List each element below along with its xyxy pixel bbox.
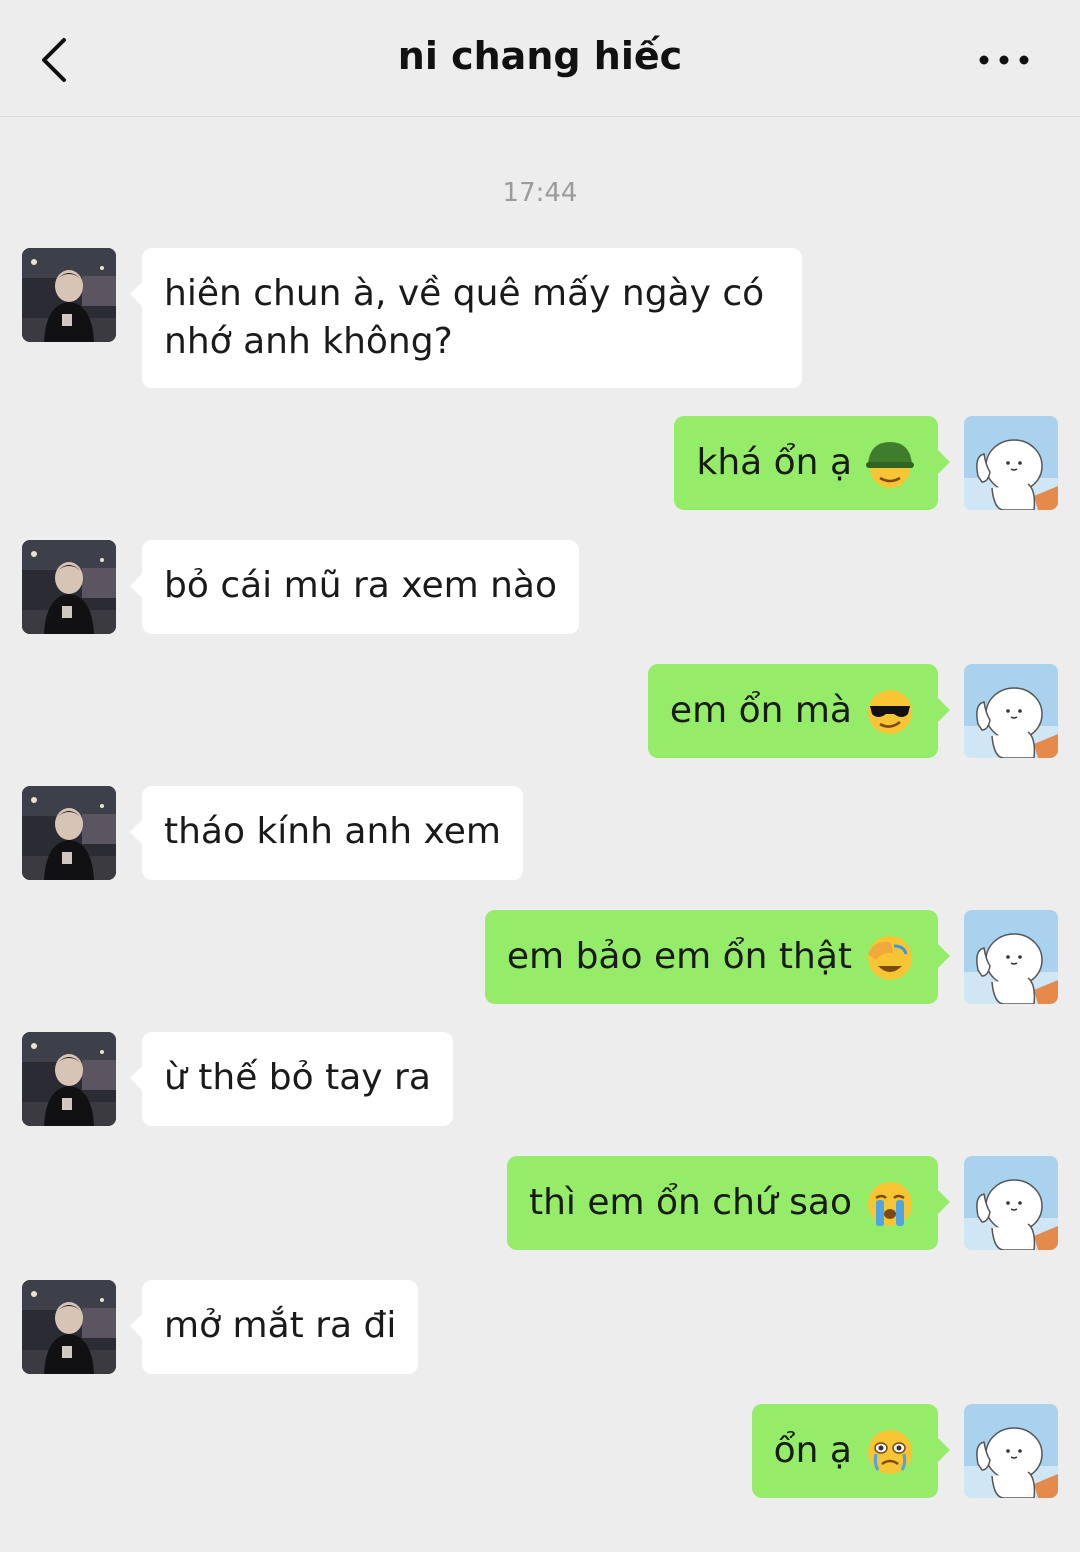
message-bubble-incoming[interactable]: hiên chun à, về quê mấy ngày có nhớ anh …: [130, 248, 802, 388]
self-avatar[interactable]: [964, 1404, 1058, 1498]
message-text: em bảo em ổn thật: [506, 936, 852, 977]
message-bubble-outgoing[interactable]: ổn ạ: [751, 1404, 951, 1498]
contact-avatar[interactable]: [22, 1280, 116, 1374]
message-bubble-outgoing[interactable]: khá ổn ạ: [674, 416, 950, 510]
message-text: em ổn mà: [669, 690, 852, 731]
message-text: bỏ cái mũ ra xem nào: [164, 565, 558, 606]
message-row: ừ thế bỏ tay ra: [0, 1032, 1080, 1126]
crying-squint-icon: [868, 1430, 912, 1474]
message-row: ổn ạ: [0, 1404, 1080, 1498]
message-row: mở mắt ra đi: [0, 1280, 1080, 1374]
message-bubble-outgoing[interactable]: em bảo em ổn thật: [484, 910, 951, 1004]
message-row: thì em ổn chứ sao: [0, 1156, 1080, 1250]
message-text: hiên chun à, về quê mấy ngày có nhớ anh …: [164, 273, 765, 362]
message-text: khá ổn ạ: [696, 442, 852, 483]
message-bubble-incoming[interactable]: tháo kính anh xem: [130, 786, 523, 880]
contact-avatar[interactable]: [22, 786, 116, 880]
self-avatar[interactable]: [964, 1156, 1058, 1250]
message-text: ừ thế bỏ tay ra: [164, 1057, 431, 1098]
message-row: em ổn mà: [0, 664, 1080, 758]
self-avatar[interactable]: [964, 910, 1058, 1004]
message-row: bỏ cái mũ ra xem nào: [0, 540, 1080, 634]
contact-avatar[interactable]: [22, 1032, 116, 1126]
message-timestamp: 17:44: [502, 178, 578, 208]
message-row: hiên chun à, về quê mấy ngày có nhớ anh …: [0, 248, 1080, 388]
contact-avatar[interactable]: [22, 248, 116, 342]
chat-title: ni chang hiếc: [397, 34, 683, 78]
chat-header: ni chang hiếc: [0, 0, 1080, 117]
facepalm-laugh-icon: [868, 936, 912, 980]
message-row: khá ổn ạ: [0, 416, 1080, 510]
self-avatar[interactable]: [964, 416, 1058, 510]
crying-face-icon: [868, 1182, 912, 1226]
message-text: tháo kính anh xem: [164, 811, 501, 852]
contact-avatar[interactable]: [22, 540, 116, 634]
message-bubble-outgoing[interactable]: em ổn mà: [647, 664, 951, 758]
message-bubble-outgoing[interactable]: thì em ổn chứ sao: [506, 1156, 951, 1250]
message-row: em bảo em ổn thật: [0, 910, 1080, 1004]
more-dots-icon[interactable]: [974, 40, 1034, 80]
message-text: mở mắt ra đi: [164, 1305, 397, 1346]
message-bubble-incoming[interactable]: bỏ cái mũ ra xem nào: [129, 540, 580, 634]
message-row: tháo kính anh xem: [0, 786, 1080, 880]
self-avatar[interactable]: [964, 664, 1058, 758]
message-text: thì em ổn chứ sao: [528, 1182, 852, 1223]
message-bubble-incoming[interactable]: mở mắt ra đi: [129, 1280, 419, 1374]
message-text: ổn ạ: [773, 1430, 852, 1471]
sunglasses-smile-icon: [868, 690, 912, 734]
message-bubble-incoming[interactable]: ừ thế bỏ tay ra: [130, 1032, 453, 1126]
helmet-smile-icon: [866, 442, 914, 488]
